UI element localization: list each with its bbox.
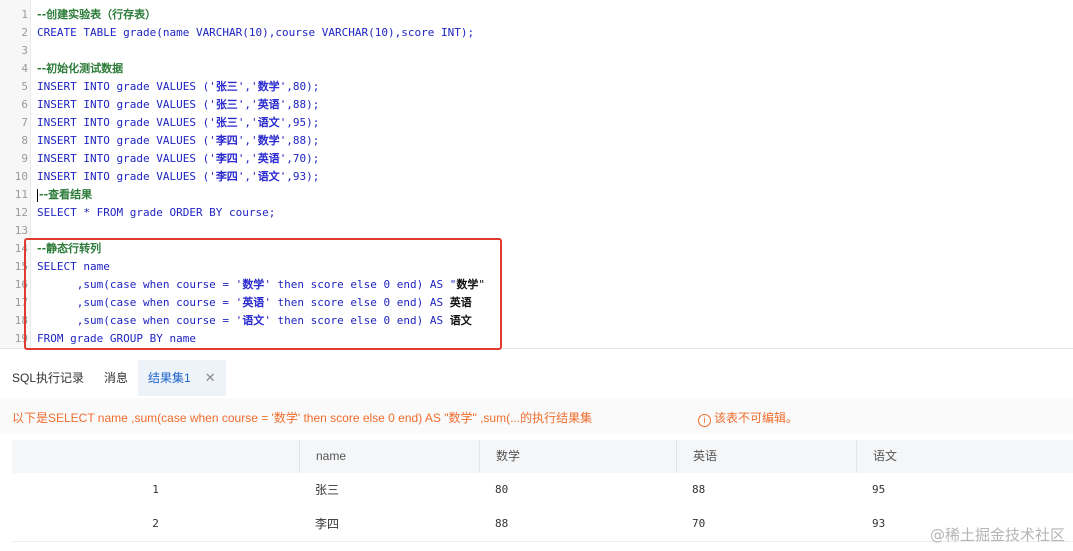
column-header-chinese[interactable]: 语文: [856, 440, 1073, 473]
code-line: 6 INSERT INTO grade VALUES ('张三','英语',88…: [0, 96, 1073, 114]
highlight-box: [24, 238, 502, 350]
column-header-name[interactable]: name: [299, 440, 479, 473]
insert-statement: INSERT INTO grade VALUES ('张三','语文',95);: [37, 116, 320, 129]
text-cursor: [37, 188, 38, 202]
insert-statement: INSERT INTO grade VALUES ('张三','英语',88);: [37, 98, 320, 111]
cell-english[interactable]: 88: [676, 473, 856, 507]
cell-english[interactable]: 70: [676, 507, 856, 541]
table-header: name 数学 英语 语文: [12, 440, 1073, 473]
sql-editor[interactable]: 1 --创建实验表（行存表） 2 CREATE TABLE grade(name…: [0, 0, 1073, 350]
comment-create-table: --创建实验表（行存表）: [37, 8, 157, 21]
column-header-math[interactable]: 数学: [479, 440, 676, 473]
line-number: 3: [21, 44, 28, 57]
line-number: 10: [14, 170, 28, 183]
line-number: 8: [21, 134, 28, 147]
line-number: 13: [14, 224, 28, 237]
tab-result-set-1[interactable]: 结果集1 ✕: [138, 360, 226, 396]
tab-result-label: 结果集1: [148, 371, 191, 385]
cell-math[interactable]: 80: [479, 473, 676, 507]
cell-name[interactable]: 李四: [299, 507, 479, 541]
code-line: 8 INSERT INTO grade VALUES ('李四','数学',88…: [0, 132, 1073, 150]
insert-statement: INSERT INTO grade VALUES ('李四','语文',93);: [37, 170, 320, 183]
read-only-text: 该表不可编辑。: [714, 411, 799, 425]
column-header-english[interactable]: 英语: [676, 440, 856, 473]
result-tabs: SQL执行记录 消息 结果集1 ✕: [0, 360, 1073, 396]
code-line: 11 --查看结果: [0, 186, 1073, 204]
line-number: 2: [21, 26, 28, 39]
table-row[interactable]: 1 张三 80 88 95: [12, 473, 1073, 508]
read-only-warning: i 该表不可编辑。: [698, 409, 798, 427]
row-index: 2: [152, 517, 159, 530]
create-table-statement: CREATE TABLE grade(name VARCHAR(10),cour…: [37, 26, 475, 39]
tab-sql-history[interactable]: SQL执行记录: [12, 360, 84, 396]
result-description: 以下是SELECT name ,sum(case when course = '…: [12, 411, 593, 425]
line-number: 12: [14, 206, 28, 219]
insert-statement: INSERT INTO grade VALUES ('张三','数学',80);: [37, 80, 320, 93]
comment-view-result: --查看结果: [37, 188, 93, 202]
code-line: 2 CREATE TABLE grade(name VARCHAR(10),co…: [0, 24, 1073, 42]
select-statement: SELECT * FROM grade ORDER BY course;: [37, 206, 276, 219]
code-line: 3: [0, 42, 1073, 60]
line-number: 1: [21, 8, 28, 21]
line-number: 7: [21, 116, 28, 129]
comment-init-data: --初始化测试数据: [37, 62, 124, 75]
line-number: 9: [21, 152, 28, 165]
code-line: 4 --初始化测试数据: [0, 60, 1073, 78]
code-line: 7 INSERT INTO grade VALUES ('张三','语文',95…: [0, 114, 1073, 132]
row-index: 1: [152, 483, 159, 496]
info-icon: i: [698, 414, 711, 427]
code-line: 5 INSERT INTO grade VALUES ('张三','数学',80…: [0, 78, 1073, 96]
watermark: @稀土掘金技术社区: [929, 526, 1065, 544]
code-line: 10 INSERT INTO grade VALUES ('李四','语文',9…: [0, 168, 1073, 186]
insert-statement: INSERT INTO grade VALUES ('李四','数学',88);: [37, 134, 320, 147]
line-number: 11: [14, 188, 28, 201]
table-row[interactable]: 2 李四 88 70 93: [12, 507, 1073, 542]
line-number: 6: [21, 98, 28, 111]
line-number: 4: [21, 62, 28, 75]
code-line: 12 SELECT * FROM grade ORDER BY course;: [0, 204, 1073, 222]
tab-messages[interactable]: 消息: [104, 360, 128, 396]
cell-name[interactable]: 张三: [299, 473, 479, 507]
line-number: 5: [21, 80, 28, 93]
result-notice-bar: 以下是SELECT name ,sum(case when course = '…: [0, 398, 1073, 434]
code-line: 1 --创建实验表（行存表）: [0, 6, 1073, 24]
close-icon[interactable]: ✕: [205, 370, 216, 385]
column-header-index: [12, 440, 299, 473]
insert-statement: INSERT INTO grade VALUES ('李四','英语',70);: [37, 152, 320, 165]
cell-math[interactable]: 88: [479, 507, 676, 541]
code-line: 9 INSERT INTO grade VALUES ('李四','英语',70…: [0, 150, 1073, 168]
cell-chinese[interactable]: 95: [856, 473, 1073, 507]
